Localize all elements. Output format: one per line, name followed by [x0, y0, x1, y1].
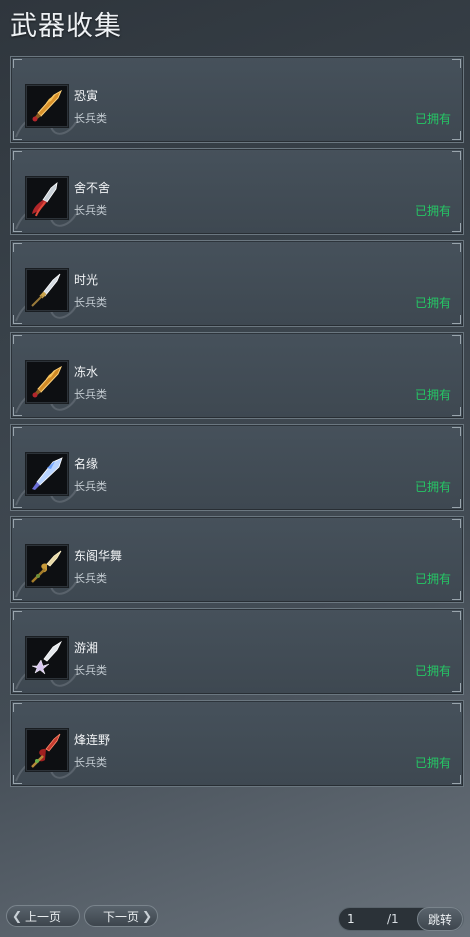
weapon-card[interactable]: 时光 长兵类 已拥有: [10, 240, 464, 327]
weapon-type: 长兵类: [74, 204, 107, 217]
weapon-name: 恐寅: [74, 89, 99, 103]
golden-spear-head-icon: [26, 361, 68, 403]
weapon-type: 长兵类: [74, 388, 107, 401]
weapon-card[interactable]: 烽连野 长兵类 已拥有: [10, 700, 464, 787]
weapon-type: 长兵类: [74, 112, 107, 125]
weapon-name: 名缘: [74, 457, 99, 471]
weapon-card[interactable]: 名缘 长兵类 已拥有: [10, 424, 464, 511]
weapon-card[interactable]: 游湘 长兵类 已拥有: [10, 608, 464, 695]
silver-lotus-spear-icon: [26, 637, 68, 679]
weapon-type: 长兵类: [74, 480, 107, 493]
silver-spear-red-tassel-icon: [26, 177, 68, 219]
next-page-button[interactable]: 下一页 ❯: [84, 905, 158, 927]
red-flame-spear-icon: [26, 729, 68, 771]
weapon-name: 时光: [74, 273, 99, 287]
weapon-card[interactable]: 冻水 长兵类 已拥有: [10, 332, 464, 419]
weapon-name: 东阁华舞: [74, 549, 123, 563]
chevron-left-icon: ❮: [12, 909, 23, 923]
next-page-label: 下一页: [102, 909, 139, 924]
weapon-type: 长兵类: [74, 664, 107, 677]
page-title: 武器收集: [10, 11, 122, 42]
page-jump: /1 跳转: [338, 907, 464, 931]
weapon-card[interactable]: 恐寅 长兵类 已拥有: [10, 56, 464, 143]
weapon-card[interactable]: 东阁华舞 长兵类 已拥有: [10, 516, 464, 603]
owned-status: 已拥有: [414, 296, 451, 310]
prev-page-button[interactable]: ❮ 上一页: [6, 905, 80, 927]
owned-status: 已拥有: [414, 756, 451, 770]
page-number-input[interactable]: [347, 911, 383, 927]
weapon-name: 冻水: [74, 365, 99, 379]
owned-status: 已拥有: [414, 112, 451, 126]
golden-ornate-spear-icon: [26, 545, 68, 587]
jump-button[interactable]: 跳转: [417, 907, 463, 931]
owned-status: 已拥有: [414, 204, 451, 218]
weapon-type: 长兵类: [74, 756, 107, 769]
owned-status: 已拥有: [414, 572, 451, 586]
silver-spear-icon: [26, 269, 68, 311]
owned-status: 已拥有: [414, 480, 451, 494]
weapon-type: 长兵类: [74, 296, 107, 309]
weapon-card[interactable]: 舍不舍 长兵类 已拥有: [10, 148, 464, 235]
chevron-right-icon: ❯: [141, 909, 152, 923]
weapon-type: 长兵类: [74, 572, 107, 585]
owned-status: 已拥有: [414, 664, 451, 678]
total-pages: /1: [387, 912, 399, 926]
owned-status: 已拥有: [414, 388, 451, 402]
golden-spear-head-icon: [26, 85, 68, 127]
blue-crystal-spear-icon: [26, 453, 68, 495]
weapon-name: 舍不舍: [74, 181, 111, 195]
weapon-list: 恐寅 长兵类 已拥有 舍不舍 长兵类 已拥有 时光 长兵类 已拥有 冻水 长兵类…: [10, 56, 464, 792]
prev-page-label: 上一页: [24, 909, 61, 924]
weapon-name: 游湘: [74, 641, 99, 655]
weapon-name: 烽连野: [74, 733, 111, 747]
